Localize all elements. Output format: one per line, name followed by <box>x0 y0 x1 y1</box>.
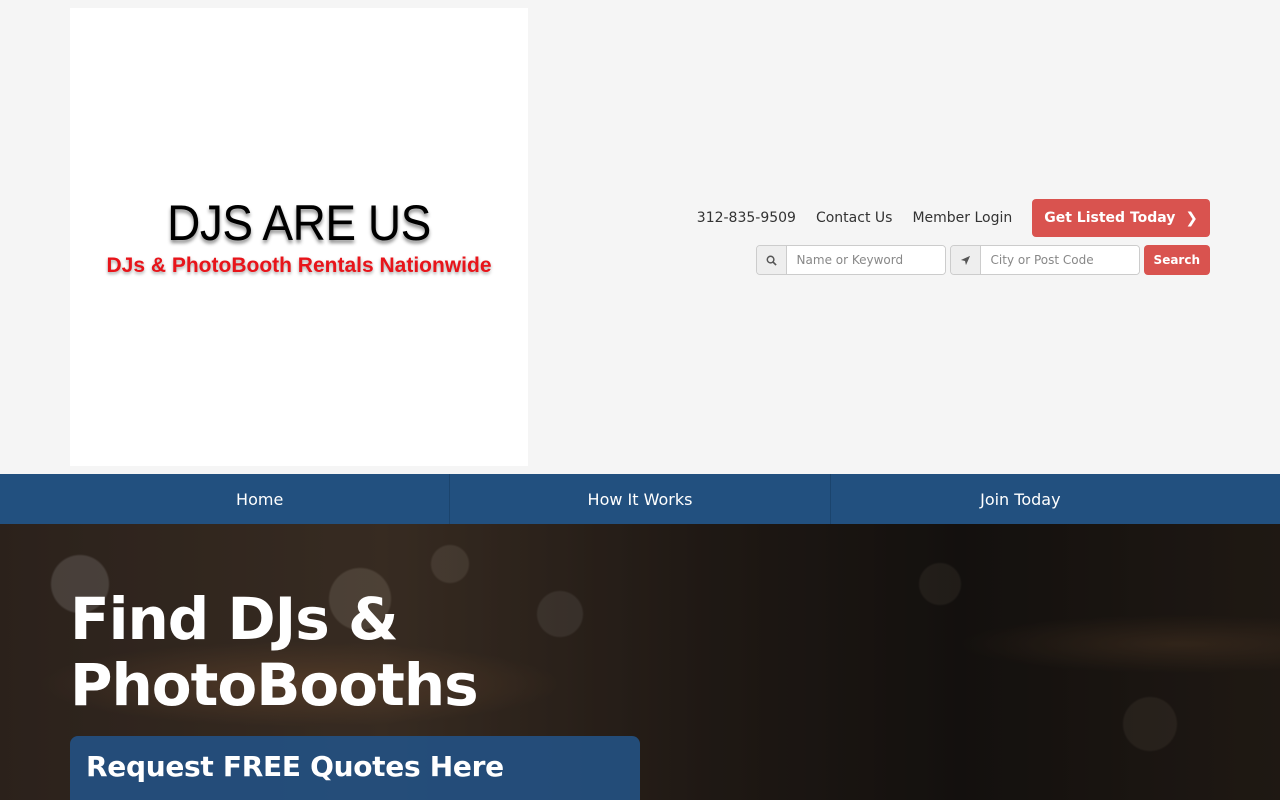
hero-banner: Find DJs & PhotoBooths Request FREE Quot… <box>0 524 1280 800</box>
chevron-right-icon: ❯ <box>1185 209 1198 227</box>
search-icon <box>756 246 787 274</box>
nav-item-home[interactable]: Home <box>70 474 451 524</box>
contact-us-link[interactable]: Contact Us <box>816 210 892 226</box>
keyword-search-group <box>755 245 946 275</box>
phone-link[interactable]: 312-835-9509 <box>697 210 796 226</box>
location-search-input[interactable] <box>980 246 1139 274</box>
logo-title: DJS ARE US <box>167 195 431 251</box>
logo-tagline: DJs & PhotoBooth Rentals Nationwide <box>106 254 492 277</box>
member-login-link[interactable]: Member Login <box>912 210 1012 226</box>
keyword-search-input[interactable] <box>786 246 945 274</box>
hero-title-line-1: Find DJs & <box>70 585 399 653</box>
location-arrow-icon <box>950 246 981 274</box>
quote-request-panel: Request FREE Quotes Here <box>70 736 640 800</box>
search-button[interactable]: Search <box>1143 245 1210 275</box>
hero-title-line-2: PhotoBooths <box>70 651 479 719</box>
site-header: DJS ARE US DJs & PhotoBooth Rentals Nati… <box>0 0 1280 474</box>
header-links: 312-835-9509 Contact Us Member Login Get… <box>697 199 1210 237</box>
get-listed-button[interactable]: Get Listed Today ❯ <box>1032 199 1210 237</box>
main-nav: Home How It Works Join Today <box>0 474 1280 524</box>
quote-request-title: Request FREE Quotes Here <box>86 750 504 783</box>
nav-item-join-today[interactable]: Join Today <box>831 474 1210 524</box>
hero-title: Find DJs & PhotoBooths <box>70 585 479 719</box>
search-bar: Search <box>755 245 1210 275</box>
location-search-group <box>949 245 1140 275</box>
site-logo[interactable]: DJS ARE US DJs & PhotoBooth Rentals Nati… <box>70 8 528 466</box>
get-listed-label: Get Listed Today <box>1044 210 1176 226</box>
nav-item-how-it-works[interactable]: How It Works <box>450 474 831 524</box>
